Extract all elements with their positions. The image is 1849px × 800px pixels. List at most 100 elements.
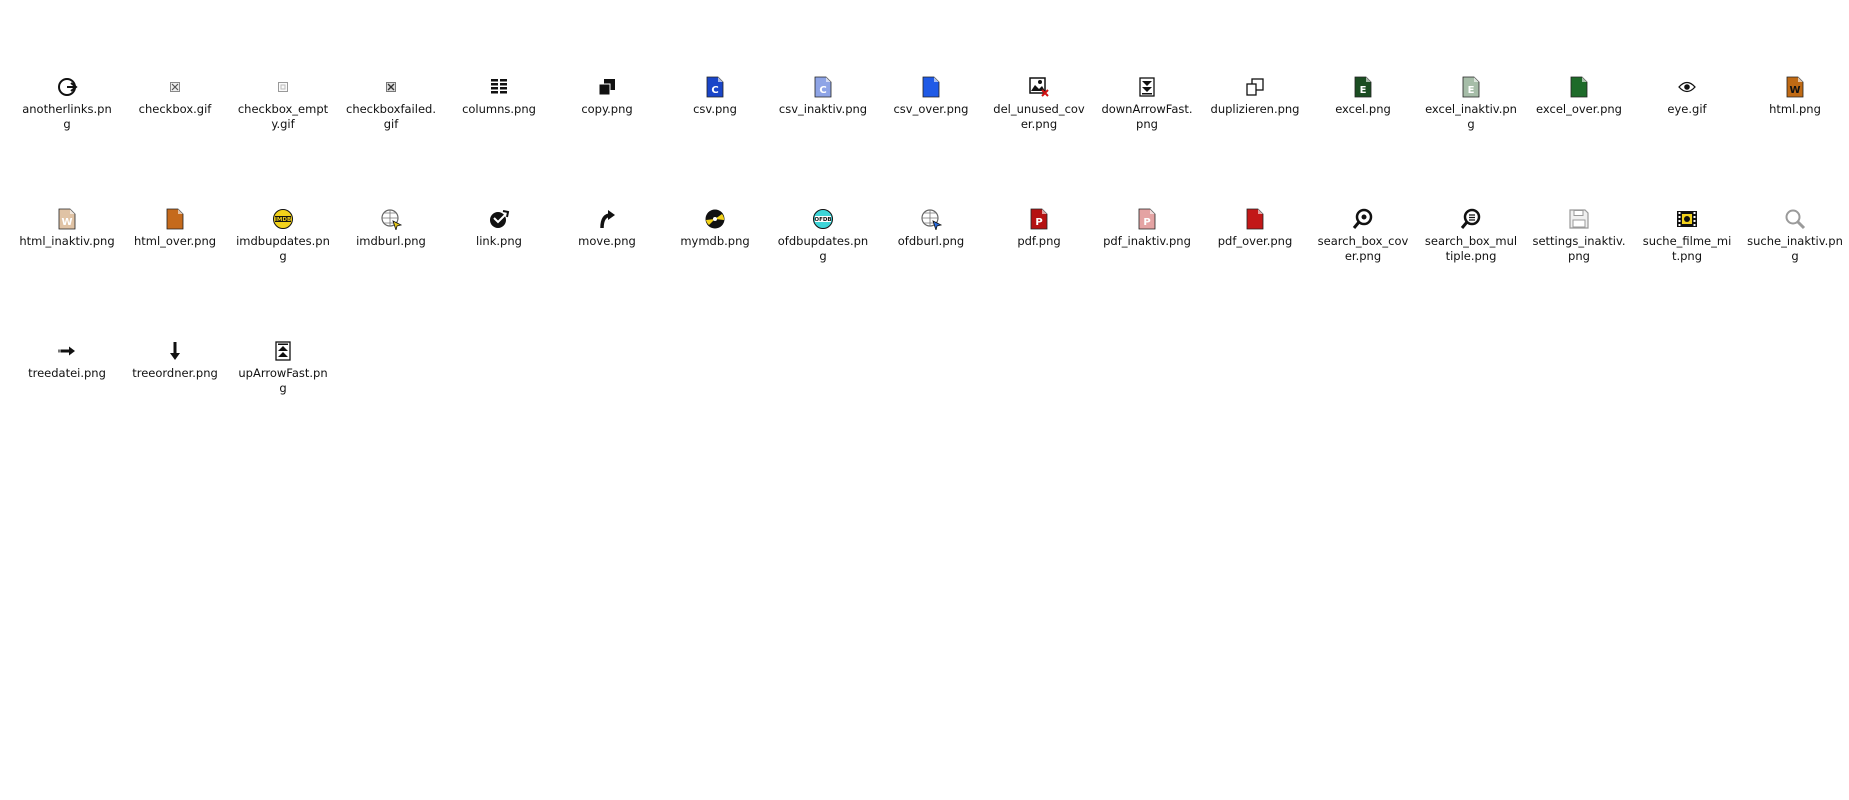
file-item[interactable]: search_box_multiple.png — [1417, 206, 1525, 338]
file-item[interactable]: treeordner.png — [121, 338, 229, 470]
file-item[interactable]: W html.png — [1741, 74, 1849, 206]
file-name-label: excel.png — [1335, 102, 1391, 116]
file-name-label: duplizieren.png — [1210, 102, 1300, 116]
up-arrow-fast-icon — [270, 338, 296, 364]
csv-over-icon — [918, 74, 944, 100]
file-item[interactable]: C csv.png — [661, 74, 769, 206]
anotherlinks-icon — [54, 74, 80, 100]
file-item[interactable]: duplizieren.png — [1201, 74, 1309, 206]
pdf-icon: P — [1026, 206, 1052, 232]
checkbox-empty-icon — [270, 74, 296, 100]
pdf-inactive-icon: P — [1134, 206, 1160, 232]
file-item[interactable]: upArrowFast.png — [229, 338, 337, 470]
file-item[interactable]: treedatei.png — [13, 338, 121, 470]
file-item[interactable]: imdburl.png — [337, 206, 445, 338]
imdb-url-icon — [378, 206, 404, 232]
copy-icon — [594, 74, 620, 100]
file-item[interactable]: suche_inaktiv.png — [1741, 206, 1849, 338]
file-grid: anotherlinks.png checkbox.gif checkbox_emp… — [13, 74, 1849, 470]
file-name-label: pdf_inaktiv.png — [1103, 234, 1191, 248]
file-item[interactable]: P pdf.png — [985, 206, 1093, 338]
file-name-label: search_box_multiple.png — [1424, 234, 1518, 263]
imdb-updates-icon: IMDB — [270, 206, 296, 232]
svg-text:E: E — [1468, 85, 1475, 96]
file-item[interactable]: suche_filme_mit.png — [1633, 206, 1741, 338]
svg-text:C: C — [819, 85, 826, 96]
file-item[interactable]: downArrowFast.png — [1093, 74, 1201, 206]
excel-over-icon — [1566, 74, 1592, 100]
excel-inactive-icon: E — [1458, 74, 1484, 100]
file-item[interactable]: checkbox.gif — [121, 74, 229, 206]
file-item[interactable]: mymdb.png — [661, 206, 769, 338]
down-arrow-fast-icon — [1134, 74, 1160, 100]
columns-icon — [486, 74, 512, 100]
file-name-label: move.png — [578, 234, 636, 248]
ofdb-url-icon — [918, 206, 944, 232]
file-name-label: mymdb.png — [680, 234, 750, 248]
delete-cover-icon — [1026, 74, 1052, 100]
excel-icon: E — [1350, 74, 1376, 100]
file-explorer-view: anotherlinks.png checkbox.gif checkbox_emp… — [0, 0, 1849, 800]
search-multiple-icon — [1458, 206, 1484, 232]
file-item[interactable]: W html_inaktiv.png — [13, 206, 121, 338]
file-item[interactable]: settings_inaktiv.png — [1525, 206, 1633, 338]
file-item[interactable]: anotherlinks.png — [13, 74, 121, 206]
svg-text:E: E — [1360, 85, 1367, 96]
file-item[interactable]: html_over.png — [121, 206, 229, 338]
csv-icon: C — [702, 74, 728, 100]
html-over-icon — [162, 206, 188, 232]
file-name-label: imdbupdates.png — [236, 234, 330, 263]
file-item[interactable]: P pdf_inaktiv.png — [1093, 206, 1201, 338]
file-name-label: settings_inaktiv.png — [1532, 234, 1626, 263]
file-name-label: copy.png — [581, 102, 633, 116]
file-item[interactable]: ofdburl.png — [877, 206, 985, 338]
svg-text:W: W — [1789, 85, 1800, 96]
file-item[interactable]: excel_over.png — [1525, 74, 1633, 206]
file-name-label: link.png — [476, 234, 522, 248]
svg-text:P: P — [1143, 217, 1150, 228]
checkbox-failed-icon — [378, 74, 404, 100]
file-item[interactable]: del_unused_cover.png — [985, 74, 1093, 206]
file-item[interactable]: IMDB imdbupdates.png — [229, 206, 337, 338]
link-icon — [486, 206, 512, 232]
arrow-down-icon — [162, 338, 188, 364]
save-inactive-icon — [1566, 206, 1592, 232]
file-name-label: excel_inaktiv.png — [1425, 102, 1517, 131]
file-item[interactable]: E excel_inaktiv.png — [1417, 74, 1525, 206]
file-name-label: html.png — [1769, 102, 1821, 116]
file-name-label: checkboxfailed.gif — [346, 102, 436, 131]
svg-text:C: C — [711, 85, 718, 96]
file-name-label: html_over.png — [133, 234, 217, 248]
file-item[interactable]: eye.gif — [1633, 74, 1741, 206]
file-item[interactable]: pdf_over.png — [1201, 206, 1309, 338]
file-name-label: ofdbupdates.png — [777, 234, 869, 263]
file-name-label: csv_over.png — [893, 102, 969, 116]
html-inactive-icon: W — [54, 206, 80, 232]
file-item[interactable]: E excel.png — [1309, 74, 1417, 206]
file-name-label: columns.png — [462, 102, 536, 116]
file-item[interactable]: link.png — [445, 206, 553, 338]
file-name-label: pdf.png — [1017, 234, 1061, 248]
file-item[interactable]: move.png — [553, 206, 661, 338]
file-name-label: html_inaktiv.png — [19, 234, 115, 248]
arrow-right-icon — [54, 338, 80, 364]
svg-text:W: W — [61, 217, 72, 228]
file-name-label: anotherlinks.png — [22, 102, 112, 131]
file-name-label: suche_filme_mit.png — [1642, 234, 1732, 263]
file-item[interactable]: C csv_inaktiv.png — [769, 74, 877, 206]
checkbox-icon — [162, 74, 188, 100]
file-item[interactable]: OFDB ofdbupdates.png — [769, 206, 877, 338]
file-item[interactable]: checkboxfailed.gif — [337, 74, 445, 206]
file-item[interactable]: copy.png — [553, 74, 661, 206]
file-item[interactable]: search_box_cover.png — [1309, 206, 1417, 338]
file-name-label: suche_inaktiv.png — [1747, 234, 1843, 263]
file-item[interactable]: columns.png — [445, 74, 553, 206]
file-item[interactable]: csv_over.png — [877, 74, 985, 206]
move-icon — [594, 206, 620, 232]
ofdb-updates-icon: OFDB — [810, 206, 836, 232]
file-item[interactable]: checkbox_empty.gif — [229, 74, 337, 206]
search-cover-icon — [1350, 206, 1376, 232]
file-name-label: search_box_cover.png — [1317, 234, 1409, 263]
mymdb-icon — [702, 206, 728, 232]
eye-icon — [1674, 74, 1700, 100]
